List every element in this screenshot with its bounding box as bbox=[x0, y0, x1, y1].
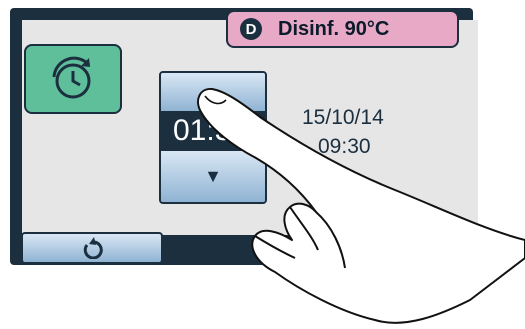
pointing-hand-icon bbox=[197, 87, 525, 324]
